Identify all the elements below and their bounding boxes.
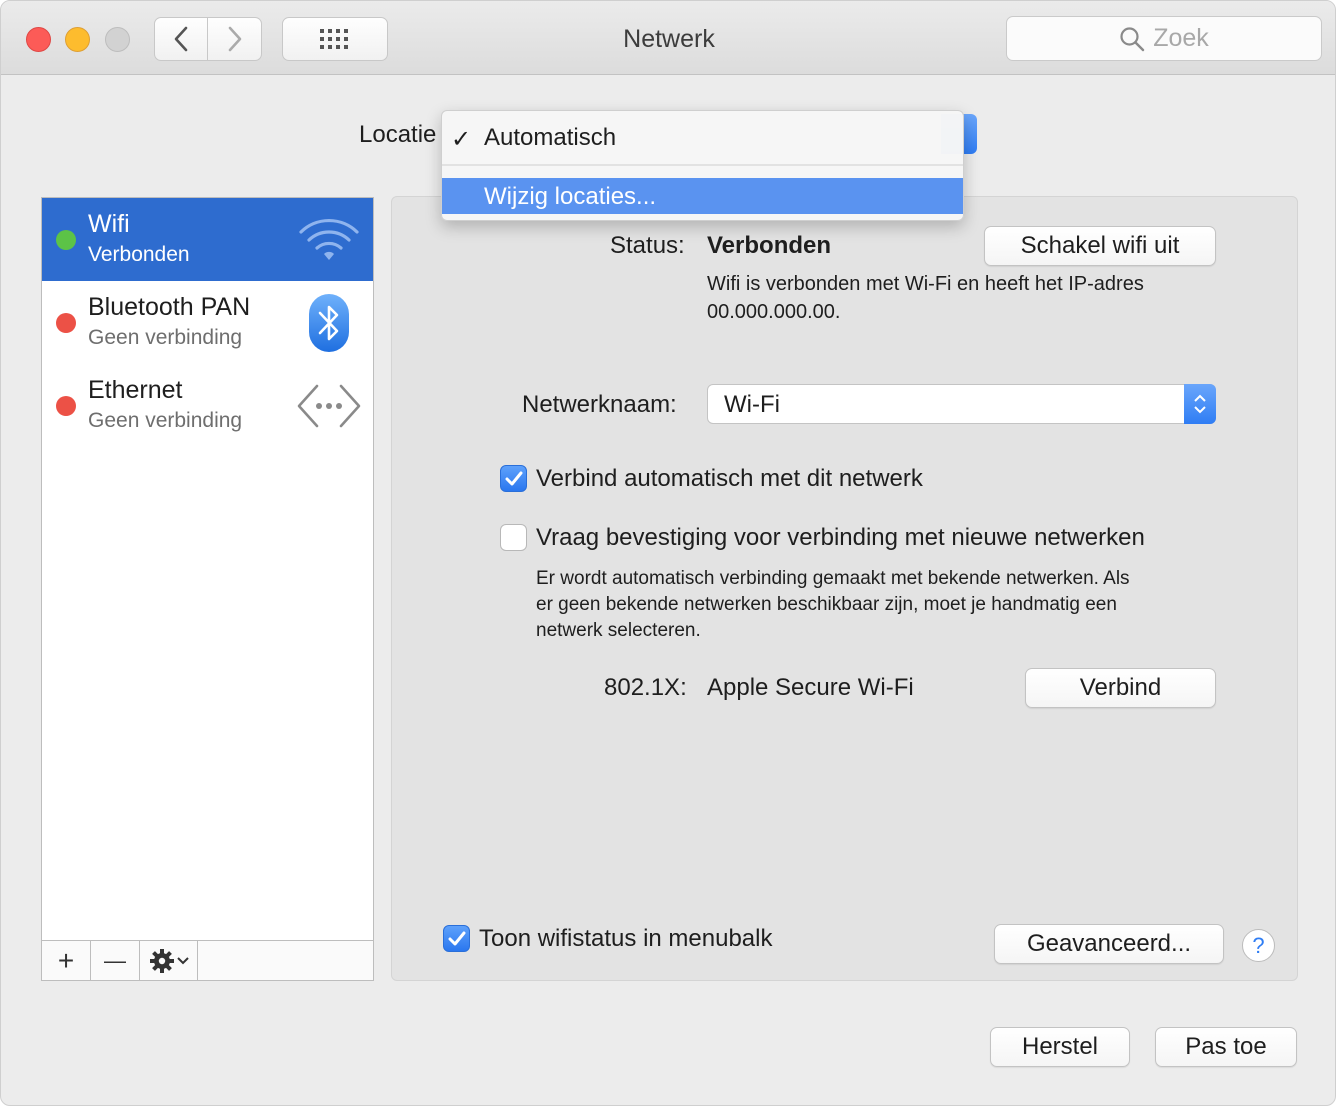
- service-item-bluetooth-pan[interactable]: Bluetooth PAN Geen verbinding: [42, 281, 373, 364]
- network-preferences-window: Netwerk Zoek Locatie Wifi Verbonden Blue…: [0, 0, 1336, 1106]
- connect-button[interactable]: Verbind: [1025, 668, 1216, 708]
- service-list-toolbar: + —: [42, 940, 373, 980]
- menu-item-automatic[interactable]: ✓ Automatisch: [442, 119, 963, 155]
- turn-wifi-off-button[interactable]: Schakel wifi uit: [984, 226, 1216, 266]
- service-name: Ethernet: [88, 376, 183, 404]
- status-dot: [56, 230, 76, 250]
- show-status-checkbox[interactable]: [443, 925, 470, 952]
- menu-separator: [442, 164, 963, 166]
- status-dot: [56, 313, 76, 333]
- ask-to-join-desc-line2: er geen bekende netwerken beschikbaar zi…: [536, 594, 1117, 615]
- service-status: Geen verbinding: [88, 409, 243, 432]
- checkmark-icon: ✓: [451, 126, 472, 153]
- status-label: Status:: [610, 232, 685, 259]
- apply-button[interactable]: Pas toe: [1155, 1027, 1297, 1067]
- service-actions-button[interactable]: [140, 941, 198, 980]
- checkmark-icon: [448, 931, 465, 945]
- plus-icon: +: [57, 944, 75, 976]
- location-menu: ✓ Automatisch Wijzig locaties...: [441, 110, 964, 221]
- service-item-wifi[interactable]: Wifi Verbonden: [42, 198, 373, 281]
- service-list: Wifi Verbonden Bluetooth PAN Geen verbin…: [41, 197, 374, 981]
- dot1x-value: Apple Secure Wi-Fi: [707, 674, 914, 701]
- ask-to-join-label: Vraag bevestiging voor verbinding met ni…: [536, 524, 1145, 551]
- location-label: Locatie: [359, 121, 437, 148]
- show-status-label: Toon wifistatus in menubalk: [479, 925, 773, 952]
- menu-item-label: Wijzig locaties...: [484, 183, 657, 210]
- auto-join-checkbox[interactable]: [500, 465, 527, 492]
- menu-item-edit-locations[interactable]: Wijzig locaties...: [442, 178, 963, 214]
- minus-icon: —: [104, 947, 126, 973]
- status-value: Verbonden: [707, 232, 832, 259]
- ethernet-icon: [297, 376, 361, 436]
- search-icon: [1120, 26, 1145, 51]
- chevron-down-icon: [176, 956, 189, 964]
- ask-to-join-desc-line1: Er wordt automatisch verbinding gemaakt …: [536, 568, 1130, 589]
- network-name-value: Wi-Fi: [724, 391, 780, 418]
- remove-service-button[interactable]: —: [91, 941, 140, 980]
- title-bar: Netwerk Zoek: [1, 1, 1335, 75]
- help-button[interactable]: ?: [1242, 929, 1275, 962]
- menu-item-label: Automatisch: [484, 124, 617, 151]
- ask-to-join-desc-line3: netwerk selecteren.: [536, 620, 701, 641]
- advanced-button[interactable]: Geavanceerd...: [994, 924, 1224, 964]
- gear-icon: [149, 948, 174, 973]
- service-status: Geen verbinding: [88, 326, 243, 349]
- wifi-icon: [297, 210, 361, 270]
- service-name: Wifi: [88, 210, 130, 238]
- network-name-label: Netwerknaam:: [522, 391, 677, 418]
- service-item-ethernet[interactable]: Ethernet Geen verbinding: [42, 364, 373, 447]
- checkmark-icon: [505, 471, 522, 485]
- add-service-button[interactable]: +: [42, 941, 91, 980]
- status-description-line1: Wifi is verbonden met Wi-Fi en heeft het…: [707, 273, 1144, 295]
- search-placeholder: Zoek: [1153, 24, 1209, 52]
- select-arrows-icon: [1184, 384, 1216, 424]
- auto-join-label: Verbind automatisch met dit netwerk: [536, 465, 923, 492]
- status-description-line2: 00.000.000.00.: [707, 301, 841, 323]
- status-dot: [56, 396, 76, 416]
- revert-button[interactable]: Herstel: [990, 1027, 1130, 1067]
- ask-to-join-checkbox[interactable]: [500, 524, 527, 551]
- service-name: Bluetooth PAN: [88, 293, 251, 321]
- service-status: Verbonden: [88, 243, 190, 266]
- network-name-select[interactable]: Wi-Fi: [707, 384, 1216, 424]
- search-field[interactable]: Zoek: [1006, 16, 1322, 61]
- bluetooth-icon: [297, 293, 361, 353]
- dot1x-label: 802.1X:: [604, 674, 687, 701]
